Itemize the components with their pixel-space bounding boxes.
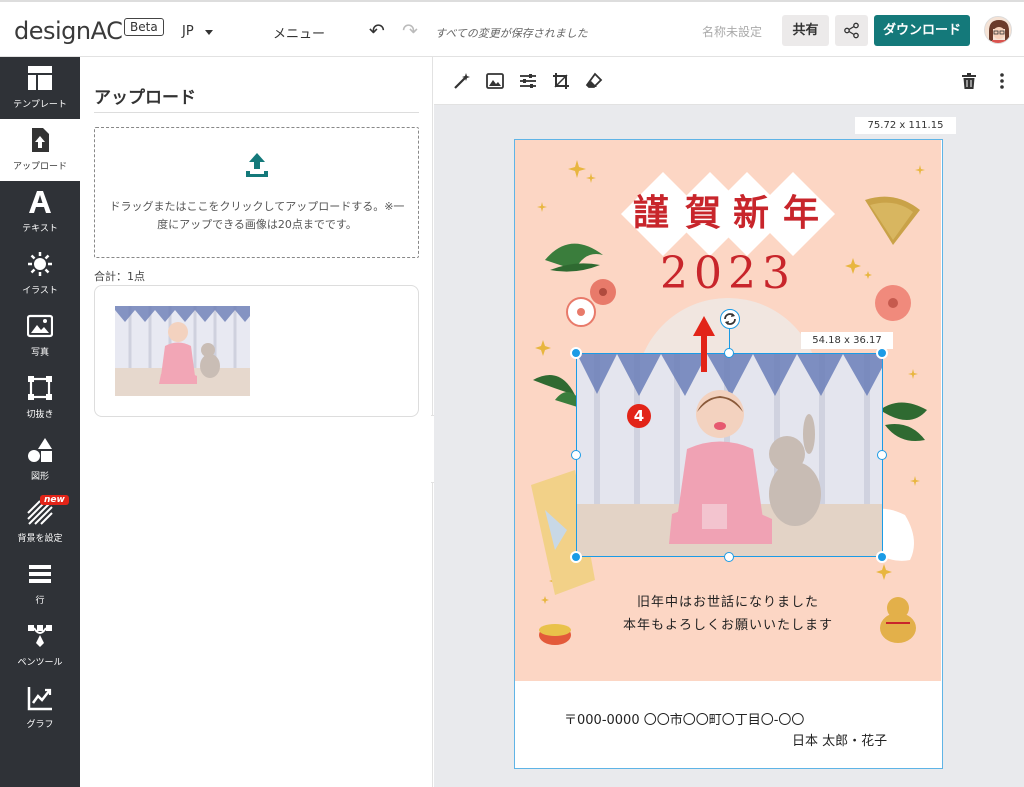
- image-icon[interactable]: [486, 72, 504, 90]
- graph-icon: [27, 687, 52, 711]
- sidebar-item-pen-tool[interactable]: ペンツール: [0, 615, 80, 677]
- crop-icon[interactable]: [552, 72, 570, 90]
- sidebar-item-upload[interactable]: アップロード: [0, 119, 80, 181]
- resize-handle[interactable]: [877, 450, 887, 460]
- rotate-icon[interactable]: [720, 309, 740, 329]
- redo-icon[interactable]: ↷: [402, 20, 418, 42]
- photo-icon: [27, 314, 53, 338]
- sidebar-item-label: 切抜き: [26, 410, 54, 420]
- sidebar-item-label: ペンツール: [17, 658, 63, 668]
- template-icon: [28, 66, 52, 90]
- upload-instructions: ドラッグまたはここをクリックしてアップロードする。※一度にアップできる画像は20…: [109, 200, 405, 231]
- resize-handle[interactable]: [724, 552, 734, 562]
- card-year: 2023: [660, 248, 796, 299]
- sidebar-item-template[interactable]: テンプレート: [0, 57, 80, 119]
- undo-icon[interactable]: ↶: [369, 20, 385, 42]
- sidebar: テンプレート アップロード テキスト イラスト 写真 切抜き 図形 new 背景…: [0, 57, 80, 787]
- upload-icon: [32, 128, 49, 152]
- trash-icon[interactable]: [961, 72, 977, 90]
- sidebar-item-label: イラスト: [22, 286, 58, 296]
- new-badge: new: [40, 495, 69, 505]
- sidebar-item-label: グラフ: [26, 720, 54, 730]
- text-icon: [29, 191, 51, 213]
- resize-handle[interactable]: [571, 450, 581, 460]
- beta-badge: Beta: [124, 18, 164, 36]
- resize-handle[interactable]: [570, 551, 582, 563]
- sidebar-item-rows[interactable]: 行: [0, 553, 80, 615]
- card-title-char: 新: [733, 192, 770, 234]
- avatar[interactable]: [984, 16, 1012, 44]
- sidebar-item-shapes[interactable]: 図形: [0, 429, 80, 491]
- card-title-char: 謹: [633, 192, 670, 234]
- adjust-sliders-icon[interactable]: [519, 72, 537, 90]
- document-title[interactable]: 名称未設定: [702, 23, 762, 40]
- card-title-char: 賀: [685, 192, 722, 234]
- sidebar-item-label: 写真: [30, 348, 49, 358]
- page-size-label: 75.72 x 111.15: [855, 117, 956, 134]
- uploaded-thumbnail[interactable]: [115, 306, 250, 396]
- rows-icon: [29, 565, 51, 583]
- sidebar-item-photo[interactable]: 写真: [0, 305, 80, 367]
- upload-dropzone[interactable]: ドラッグまたはここをクリックしてアップロードする。※一度にアップできる画像は20…: [94, 127, 419, 258]
- shapes-icon: [28, 438, 52, 462]
- share-link-icon[interactable]: [835, 15, 868, 46]
- greeting-line-2: 本年もよろしくお願いいたします: [622, 618, 833, 633]
- annotation-arrow-icon: [693, 316, 715, 372]
- eraser-icon[interactable]: [585, 72, 603, 90]
- greeting-line-1: 旧年中はお世話になりました: [636, 595, 819, 610]
- upload-icon: [246, 153, 268, 177]
- resize-handle[interactable]: [724, 348, 734, 358]
- sidebar-item-text[interactable]: テキスト: [0, 181, 80, 243]
- resize-handle[interactable]: [876, 347, 888, 359]
- sidebar-item-crop-frame[interactable]: 切抜き: [0, 367, 80, 429]
- sidebar-item-label: 図形: [30, 472, 49, 482]
- step-badge: 4: [627, 404, 651, 428]
- resize-handle[interactable]: [876, 551, 888, 563]
- save-status: すべての変更が保存されました: [435, 27, 588, 40]
- card-title-char: 年: [783, 192, 820, 234]
- sidebar-item-background[interactable]: new 背景を設定: [0, 491, 80, 553]
- address-text: 〒000-0000 〇〇市〇〇町〇丁目〇-〇〇: [564, 713, 805, 728]
- crop-frame-icon: [28, 376, 52, 400]
- rotate-handle-line: [729, 329, 730, 349]
- illustration-icon: [28, 252, 52, 276]
- panel-title: アップロード: [94, 88, 196, 108]
- uploaded-images: [94, 285, 419, 417]
- selected-photo[interactable]: [576, 353, 883, 557]
- upload-panel: アップロード ドラッグまたはここをクリックしてアップロードする。※一度にアップで…: [80, 57, 433, 787]
- menu-button[interactable]: メニュー: [273, 23, 325, 42]
- sidebar-item-graph[interactable]: グラフ: [0, 677, 80, 739]
- app-logo[interactable]: designAC: [14, 17, 123, 45]
- chevron-down-icon[interactable]: [205, 30, 213, 35]
- sender-names: 日本 太郎・花子: [792, 734, 888, 749]
- sidebar-item-label: アップロード: [12, 162, 67, 172]
- sidebar-item-label: 背景を設定: [17, 534, 63, 544]
- sidebar-item-label: テンプレート: [13, 100, 67, 110]
- edit-toolbar: [434, 57, 1024, 105]
- sidebar-item-label: テキスト: [22, 224, 58, 234]
- share-button[interactable]: 共有: [782, 15, 829, 46]
- language-selector[interactable]: JP: [182, 24, 194, 39]
- more-options-icon[interactable]: [999, 72, 1005, 90]
- pen-tool-icon: [28, 625, 52, 647]
- divider: [94, 112, 419, 113]
- sidebar-item-label: 行: [35, 596, 45, 606]
- download-button[interactable]: ダウンロード: [874, 15, 970, 46]
- magic-wand-icon[interactable]: [453, 72, 471, 90]
- upload-count: 合計：1点: [94, 270, 145, 283]
- top-bar: designAC Beta JP メニュー ↶ ↷ すべての変更が保存されました…: [0, 0, 1024, 57]
- sidebar-item-illustration[interactable]: イラスト: [0, 243, 80, 305]
- resize-handle[interactable]: [570, 347, 582, 359]
